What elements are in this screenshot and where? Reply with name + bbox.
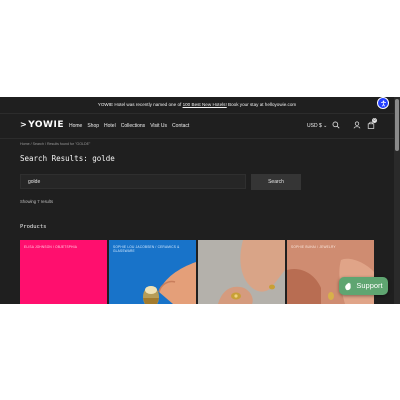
nav-item-contact[interactable]: Contact <box>172 123 189 129</box>
nav-item-collections[interactable]: Collections <box>121 123 145 129</box>
announcement-text-after: Book your stay at helloyowie.com <box>228 102 297 107</box>
logo-mark-icon: > <box>20 120 28 129</box>
site-header: >YOWIE Home Shop Hotel Collections Visit… <box>0 113 394 139</box>
page-title: Search Results: golde <box>20 154 115 163</box>
cart-count-badge: 0 <box>372 118 377 123</box>
announcement-text-before: YOWIE Hotel was recently named one of <box>97 102 182 107</box>
chevron-down-icon: ⌄ <box>323 123 328 129</box>
search-button[interactable]: Search <box>251 174 301 190</box>
announcement-bar: YOWIE Hotel was recently named one of 10… <box>0 97 394 113</box>
accessibility-button[interactable] <box>377 97 389 109</box>
account-icon[interactable] <box>353 121 361 129</box>
hand-wave-icon <box>345 282 352 290</box>
announcement-link[interactable]: 100 Best New Hotels! <box>183 102 227 107</box>
product-card-tag: ELISA JOHNSON / OBJETSPHIA <box>24 245 78 249</box>
search-input[interactable]: golde <box>20 174 246 189</box>
main-nav: Home Shop Hotel Collections Visit Us Con… <box>69 123 189 129</box>
logo-text: YOWIE <box>28 120 64 130</box>
currency-selector[interactable]: USD $ ⌄ <box>307 123 327 129</box>
search-icon[interactable] <box>332 121 340 129</box>
product-card[interactable]: ELISA JOHNSON / OBJETSPHIA <box>20 240 107 304</box>
support-label: Support <box>356 281 383 290</box>
scrollbar-thumb[interactable] <box>395 99 399 151</box>
product-image-earring-hand <box>198 240 285 304</box>
site-logo[interactable]: >YOWIE <box>20 120 64 130</box>
accessibility-icon <box>380 100 386 106</box>
website-viewport: YOWIE Hotel was recently named one of 10… <box>0 97 394 304</box>
product-card-tag: SOPHIE BUHAI / JEWELRY <box>291 245 336 249</box>
breadcrumb: Home / Search / Results found for "GOLDE… <box>20 142 91 146</box>
products-heading: Products <box>20 224 47 230</box>
top-blank-area <box>0 0 400 97</box>
support-chat-button[interactable]: Support <box>339 277 388 295</box>
nav-item-visit-us[interactable]: Visit Us <box>150 123 167 129</box>
page-scrollbar[interactable] <box>394 97 400 304</box>
product-card[interactable] <box>198 240 285 304</box>
product-image-glass-hand <box>143 262 196 304</box>
currency-label: USD $ <box>307 123 322 129</box>
nav-item-shop[interactable]: Shop <box>87 123 99 129</box>
product-card[interactable]: SOPHIE LOU JACOBSEN / CERAMICS & GLASSWA… <box>109 240 196 304</box>
nav-item-home[interactable]: Home <box>69 123 82 129</box>
results-count: Showing 7 results <box>20 199 54 204</box>
bottom-blank-area <box>0 304 400 400</box>
nav-item-hotel[interactable]: Hotel <box>104 123 116 129</box>
